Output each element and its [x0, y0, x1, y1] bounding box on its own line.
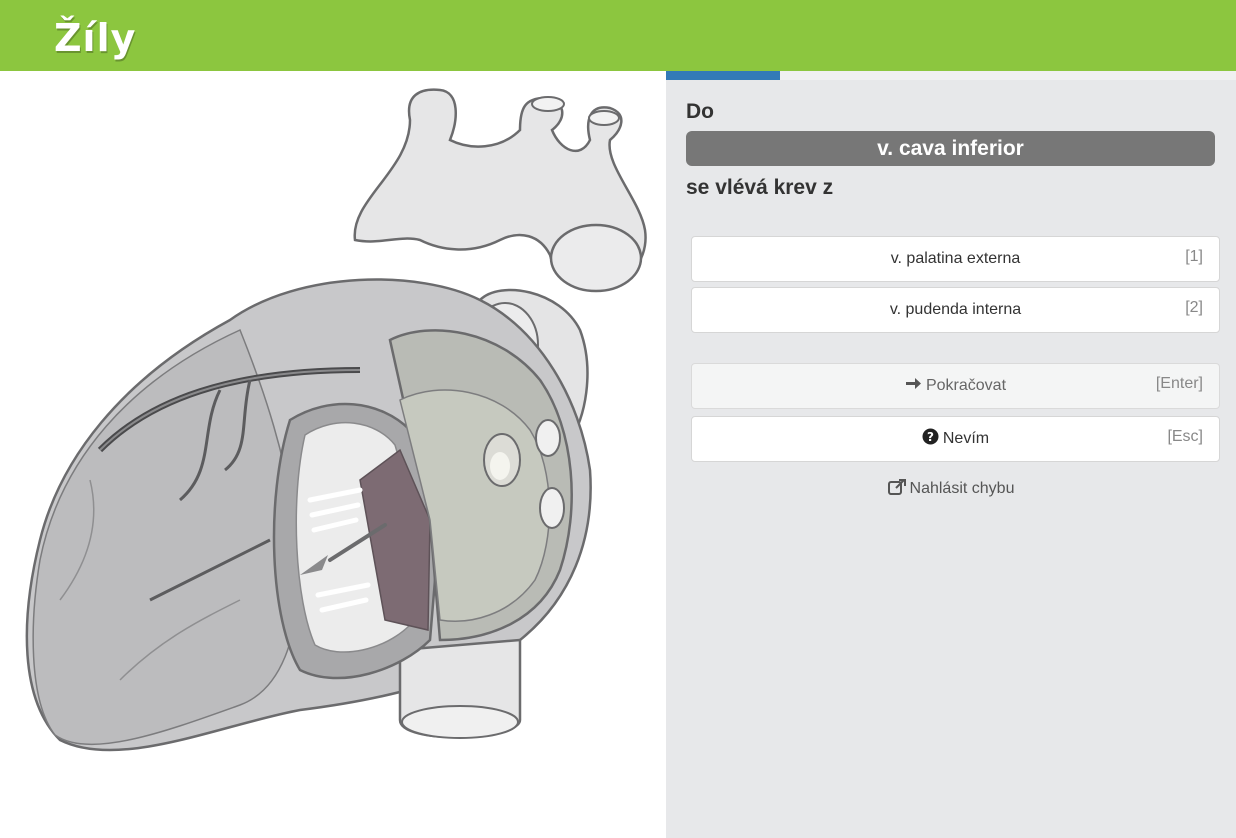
question-panel: Do v. cava inferior se vlévá krev z v. p…	[666, 71, 1236, 838]
answer-option-2[interactable]: v. pudenda interna [2]	[691, 287, 1220, 333]
arrow-right-icon	[905, 364, 922, 408]
top-bar: Žíly	[0, 0, 1236, 71]
dont-know-shortcut: [Esc]	[1167, 428, 1203, 445]
continue-button-content: Pokračovat	[692, 364, 1219, 408]
answer-option-label: v. pudenda interna	[889, 301, 1022, 318]
answer-option-shortcut: [1]	[1185, 248, 1203, 265]
progress-fill	[666, 71, 780, 80]
continue-button[interactable]: Pokračovat [Enter]	[691, 363, 1220, 409]
continue-label: Pokračovat	[925, 377, 1007, 394]
report-error-link[interactable]: Nahlásit chybu	[666, 479, 1236, 498]
dont-know-label: Nevím	[942, 430, 990, 447]
external-link-icon	[887, 479, 906, 498]
answer-option-1[interactable]: v. palatina externa [1]	[691, 236, 1220, 282]
dont-know-button-content: ? Nevím	[692, 417, 1219, 461]
svg-text:?: ?	[927, 430, 934, 444]
question-term: v. cava inferior	[686, 131, 1215, 166]
question-circle-icon: ?	[922, 417, 939, 461]
heart-illustration	[25, 88, 647, 752]
dont-know-button[interactable]: ? Nevím [Esc]	[691, 416, 1220, 462]
question-suffix: se vlévá krev z	[686, 176, 834, 199]
heart-illustration-pane	[0, 71, 666, 838]
answer-option-label: v. palatina externa	[890, 250, 1021, 267]
report-error-label: Nahlásit chybu	[909, 480, 1015, 497]
question-prefix: Do	[686, 100, 714, 123]
continue-shortcut: [Enter]	[1155, 375, 1203, 392]
progress-bar	[666, 71, 1236, 80]
answer-option-shortcut: [2]	[1185, 299, 1203, 316]
app-logo[interactable]: Žíly	[54, 14, 136, 62]
